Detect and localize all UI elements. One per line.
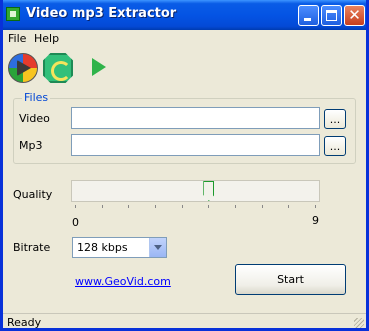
quality-label: Quality: [13, 188, 53, 201]
video-label: Video: [19, 112, 50, 125]
mp3-path-input[interactable]: [71, 134, 320, 156]
go-arrow-icon[interactable]: [89, 53, 111, 83]
close-button[interactable]: ✕: [344, 5, 365, 26]
window-title: Video mp3 Extractor: [26, 6, 177, 21]
quality-tick: [75, 205, 76, 208]
quality-tick: [128, 205, 130, 208]
quality-slider[interactable]: [71, 180, 320, 202]
close-icon: ✕: [348, 6, 361, 24]
quality-tick: [235, 205, 236, 208]
quality-max-label: 9: [312, 214, 319, 227]
app-window: Video mp3 Extractor ✕ File Help Files Vi…: [0, 0, 369, 331]
quality-tick: [208, 205, 210, 208]
menu-file[interactable]: File: [8, 32, 26, 45]
convert-icon[interactable]: [43, 53, 73, 83]
minimize-button[interactable]: [298, 5, 319, 26]
resize-grip-icon[interactable]: [354, 318, 364, 328]
menu-help[interactable]: Help: [34, 32, 59, 45]
bitrate-selected-value: 128 kbps: [77, 241, 128, 254]
quality-tick: [288, 205, 290, 208]
quality-tick: [181, 205, 183, 208]
menu-bar: File Help: [3, 30, 366, 48]
minimize-icon: [304, 18, 311, 21]
mp3-browse-button[interactable]: ...: [324, 136, 346, 156]
play-disc-icon[interactable]: [8, 53, 38, 83]
toolbar: [3, 49, 366, 87]
quality-tick: [261, 205, 263, 208]
video-path-input[interactable]: [71, 107, 320, 129]
bitrate-label: Bitrate: [13, 241, 51, 254]
maximize-icon: [326, 10, 337, 21]
bitrate-select[interactable]: 128 kbps: [72, 237, 167, 258]
status-bar: Ready: [3, 313, 366, 329]
quality-tick: [315, 205, 316, 208]
maximize-button[interactable]: [321, 5, 342, 26]
files-group-legend: Files: [22, 91, 51, 104]
quality-tick: [155, 205, 156, 208]
video-browse-button[interactable]: ...: [324, 109, 346, 129]
quality-slider-thumb[interactable]: [203, 181, 215, 201]
chevron-down-icon[interactable]: [149, 238, 166, 257]
mp3-label: Mp3: [19, 139, 43, 152]
website-link[interactable]: www.GeoVid.com: [75, 275, 171, 288]
app-icon: [6, 7, 20, 21]
start-button[interactable]: Start: [235, 264, 346, 295]
quality-tick: [101, 205, 103, 208]
quality-min-label: 0: [72, 216, 79, 229]
status-text: Ready: [7, 316, 42, 329]
title-bar[interactable]: Video mp3 Extractor ✕: [3, 0, 366, 30]
